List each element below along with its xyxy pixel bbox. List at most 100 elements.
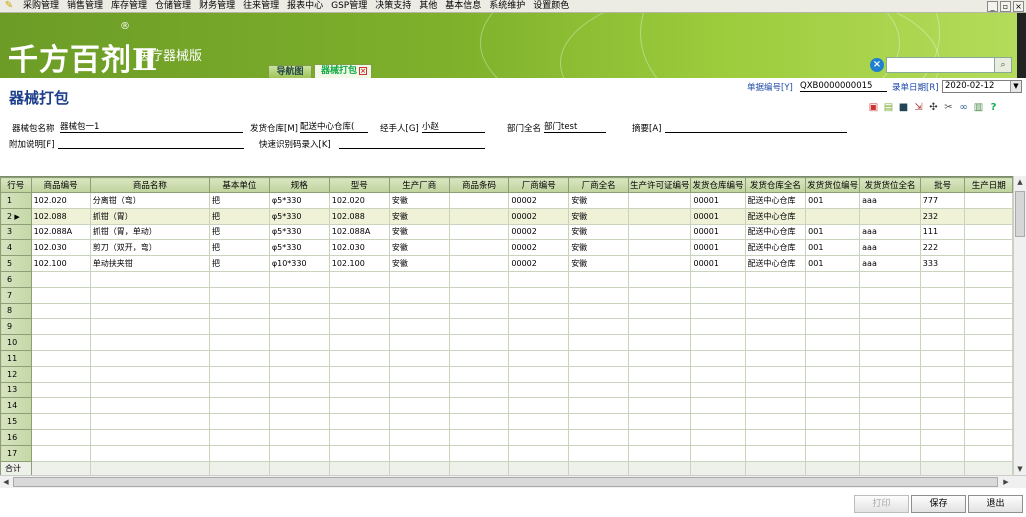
table-cell[interactable] <box>568 349 629 367</box>
table-cell[interactable] <box>964 349 1013 367</box>
table-cell[interactable] <box>627 302 692 320</box>
table-cell[interactable] <box>690 349 746 367</box>
table-cell[interactable]: 配送中心仓库 <box>744 207 807 225</box>
table-cell[interactable] <box>568 334 629 351</box>
table-cell[interactable] <box>805 397 861 415</box>
table-cell[interactable] <box>744 428 807 446</box>
column-header[interactable]: 厂商编号 <box>508 177 570 193</box>
table-cell[interactable] <box>268 428 330 446</box>
table-row[interactable]: 15 <box>0 413 1013 430</box>
menu-item[interactable]: 基本信息 <box>441 0 485 13</box>
table-cell[interactable] <box>388 270 450 288</box>
table-cell[interactable] <box>627 397 692 415</box>
table-cell[interactable] <box>859 381 921 399</box>
table-cell[interactable] <box>30 397 91 415</box>
table-cell[interactable] <box>388 286 450 304</box>
table-cell[interactable] <box>209 444 270 462</box>
table-cell[interactable] <box>508 302 570 320</box>
table-cell[interactable] <box>268 286 330 304</box>
table-cell[interactable] <box>919 334 966 351</box>
menu-item[interactable]: 往来管理 <box>239 0 283 13</box>
table-cell[interactable] <box>805 413 861 430</box>
save-icon[interactable]: ■ <box>897 101 910 114</box>
table-cell[interactable] <box>964 286 1013 304</box>
table-cell[interactable] <box>448 428 510 446</box>
column-header[interactable]: 发货仓库编号 <box>690 177 746 193</box>
table-cell[interactable] <box>209 318 270 336</box>
column-header[interactable]: 基本单位 <box>209 177 270 193</box>
table-cell[interactable] <box>209 381 270 399</box>
table-cell[interactable] <box>268 413 330 430</box>
link-icon[interactable]: ∞ <box>957 101 970 114</box>
table-cell[interactable] <box>448 239 510 257</box>
table-cell[interactable] <box>448 444 510 462</box>
table-cell[interactable] <box>627 192 692 209</box>
table-cell[interactable] <box>805 286 861 304</box>
table-cell[interactable] <box>627 286 692 304</box>
table-cell[interactable] <box>209 334 270 351</box>
table-cell[interactable] <box>30 444 91 462</box>
menu-item[interactable]: 销售管理 <box>63 0 107 13</box>
table-cell[interactable] <box>744 286 807 304</box>
table-cell[interactable]: 102.100 <box>30 255 91 272</box>
table-cell[interactable] <box>568 428 629 446</box>
table-cell[interactable]: 安徽 <box>568 255 629 272</box>
table-row[interactable]: 3 102.088A 抓钳（胃，单动）把 φ5*330 102.088A 安徽 00002 安… <box>0 223 1013 241</box>
table-cell[interactable]: 把 <box>209 223 270 241</box>
table-cell[interactable] <box>328 397 390 415</box>
table-cell[interactable] <box>964 255 1013 272</box>
menu-item[interactable]: 采购管理 <box>19 0 63 13</box>
table-cell[interactable] <box>89 302 211 320</box>
table-cell[interactable]: φ10*330 <box>268 255 330 272</box>
table-cell[interactable] <box>744 444 807 462</box>
table-cell[interactable]: aaa <box>859 223 921 241</box>
table-cell[interactable] <box>964 334 1013 351</box>
table-cell[interactable] <box>388 413 450 430</box>
table-cell[interactable] <box>805 428 861 446</box>
table-cell[interactable] <box>448 192 510 209</box>
table-cell[interactable] <box>89 444 211 462</box>
table-row[interactable]: 9 <box>0 318 1013 336</box>
table-cell[interactable] <box>627 413 692 430</box>
scroll-left-icon[interactable]: ◀ <box>0 476 12 488</box>
table-cell[interactable] <box>448 381 510 399</box>
table-cell[interactable] <box>744 381 807 399</box>
clear-icon[interactable]: × <box>870 58 884 72</box>
table-cell[interactable] <box>744 318 807 336</box>
table-cell[interactable] <box>690 428 746 446</box>
table-cell[interactable] <box>30 365 91 383</box>
column-header[interactable]: 发货货位编号 <box>805 177 861 193</box>
table-cell[interactable] <box>805 444 861 462</box>
table-cell[interactable] <box>89 318 211 336</box>
table-cell[interactable] <box>448 334 510 351</box>
table-cell[interactable] <box>919 302 966 320</box>
table-cell[interactable] <box>209 270 270 288</box>
table-cell[interactable]: 102.100 <box>328 255 390 272</box>
date-picker[interactable]: 2020-02-12 ▼ <box>942 80 1022 93</box>
print-preview-icon[interactable]: ▣ <box>867 101 880 114</box>
table-cell[interactable] <box>568 444 629 462</box>
table-cell[interactable] <box>209 349 270 367</box>
table-cell[interactable] <box>388 302 450 320</box>
table-cell[interactable] <box>919 444 966 462</box>
table-row[interactable]: 1 102.020 分离钳（弯）把 φ5*330 102.020 安徽 00002 安徽 000… <box>0 192 1013 209</box>
remark-field[interactable] <box>58 138 244 149</box>
menu-item[interactable]: 库存管理 <box>107 0 151 13</box>
cut-icon[interactable]: ✂ <box>942 101 955 114</box>
table-cell[interactable] <box>690 381 746 399</box>
table-row[interactable]: 7 <box>0 286 1013 304</box>
horizontal-scrollbar[interactable]: ◀ ▶ <box>0 475 1026 488</box>
table-cell[interactable]: 333 <box>919 255 966 272</box>
table-cell[interactable]: 抓钳（胃） <box>89 207 211 225</box>
table-cell[interactable]: 安徽 <box>568 207 629 225</box>
table-cell[interactable] <box>964 223 1013 241</box>
table-cell[interactable] <box>268 365 330 383</box>
table-cell[interactable] <box>964 239 1013 257</box>
table-row[interactable]: 8 <box>0 302 1013 320</box>
table-cell[interactable] <box>805 381 861 399</box>
scroll-right-icon[interactable]: ▶ <box>1000 476 1012 488</box>
table-cell[interactable] <box>448 223 510 241</box>
table-cell[interactable] <box>508 270 570 288</box>
table-cell[interactable]: 把 <box>209 207 270 225</box>
table-cell[interactable] <box>919 413 966 430</box>
